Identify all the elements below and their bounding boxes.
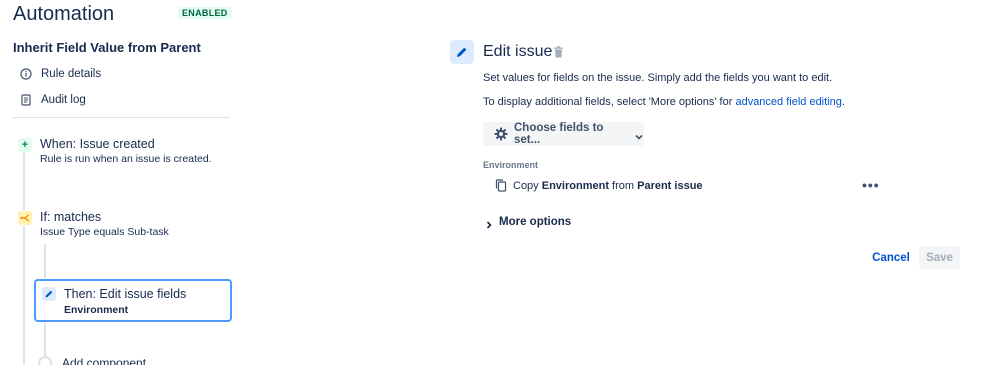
- add-circle-icon: [38, 356, 52, 365]
- flow-connector: [23, 226, 25, 365]
- rule-details-link[interactable]: Rule details: [20, 65, 101, 83]
- advanced-hint: To display additional fields, select 'Mo…: [483, 96, 845, 108]
- advanced-hint-text: To display additional fields, select 'Mo…: [483, 96, 736, 108]
- action-subtitle: Environment: [64, 304, 129, 316]
- trash-icon[interactable]: [553, 45, 564, 58]
- trigger-title: When: Issue created: [40, 137, 155, 151]
- copy-icon: [495, 179, 507, 192]
- condition-title: If: matches: [40, 210, 102, 224]
- save-button[interactable]: Save: [919, 246, 960, 269]
- action-title: Then: Edit issue fields: [64, 287, 187, 301]
- advanced-hint-suffix: .: [841, 96, 845, 108]
- field-copy-value[interactable]: Copy Environment from Parent issue: [495, 179, 703, 192]
- edit-issue-icon: [450, 40, 474, 64]
- chevron-right-icon: [485, 217, 493, 229]
- more-options-toggle[interactable]: More options: [485, 216, 572, 229]
- branch-connector: [44, 323, 46, 356]
- add-component-button[interactable]: Add component: [38, 356, 146, 365]
- trigger-description: Rule is run when an issue is created.: [40, 153, 212, 165]
- add-component-label: Add component: [62, 356, 147, 365]
- audit-log-link[interactable]: Audit log: [20, 91, 86, 109]
- status-badge: ENABLED: [178, 7, 232, 19]
- info-icon: [20, 68, 32, 80]
- sidebar-divider: [12, 117, 230, 118]
- choose-fields-dropdown[interactable]: Choose fields to set...: [483, 122, 644, 146]
- rule-details-label: Rule details: [41, 68, 102, 80]
- audit-log-label: Audit log: [41, 94, 86, 106]
- flow-connector: [23, 152, 25, 210]
- panel-title: Edit issue: [483, 43, 553, 60]
- choose-fields-label: Choose fields to set...: [514, 122, 604, 146]
- page-title: Automation: [13, 3, 115, 25]
- more-actions-icon[interactable]: •••: [862, 178, 880, 192]
- copy-mid: from: [612, 179, 635, 192]
- advanced-field-editing-link[interactable]: advanced field editing: [735, 96, 841, 108]
- plus-icon: +: [18, 138, 32, 152]
- pencil-icon: [42, 287, 56, 301]
- rule-name: Inherit Field Value from Parent: [13, 40, 201, 55]
- panel-description: Set values for fields on the issue. Simp…: [483, 72, 833, 84]
- rule-sidebar: Automation ENABLED Inherit Field Value f…: [0, 0, 245, 365]
- copy-source: Parent issue: [637, 179, 703, 192]
- cancel-button[interactable]: Cancel: [867, 246, 915, 269]
- copy-field-name: Environment: [541, 179, 609, 192]
- more-options-label: More options: [499, 216, 572, 228]
- copy-prefix: Copy: [513, 179, 539, 192]
- field-label-environment: Environment: [483, 160, 539, 170]
- chevron-down-icon: [634, 129, 644, 140]
- condition-description: Issue Type equals Sub-task: [40, 226, 169, 238]
- gear-icon: [494, 127, 508, 141]
- document-icon: [20, 94, 32, 106]
- branch-icon: [18, 211, 32, 225]
- branch-connector: [44, 244, 46, 278]
- action-step-selected[interactable]: Then: Edit issue fields Environment: [34, 279, 232, 322]
